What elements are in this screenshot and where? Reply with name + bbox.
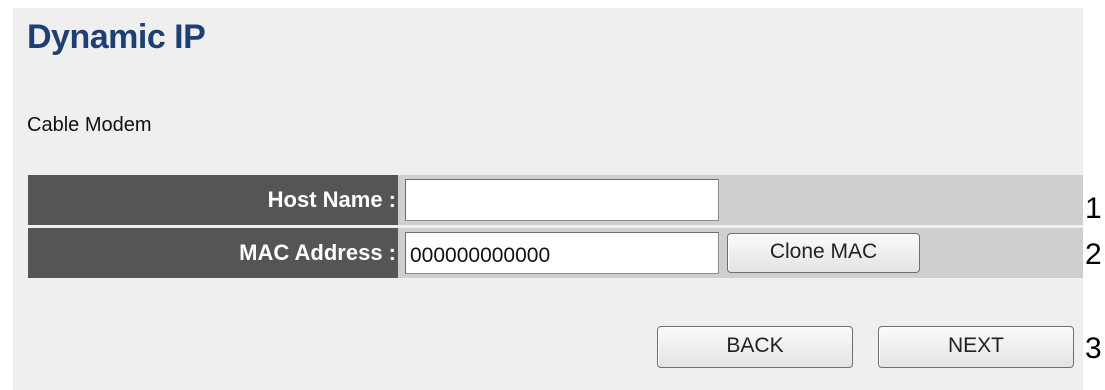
back-button[interactable]: BACK	[657, 326, 853, 368]
callout-number-3: 3	[1085, 332, 1102, 365]
mac-address-row: MAC Address : Clone MAC	[28, 228, 1083, 278]
next-button[interactable]: NEXT	[878, 326, 1074, 368]
host-name-input[interactable]	[405, 179, 719, 221]
host-name-field-cell	[401, 175, 1083, 225]
callout-number-2: 2	[1085, 238, 1102, 271]
host-name-label: Host Name :	[28, 175, 398, 225]
mac-address-label: MAC Address :	[28, 228, 398, 278]
mac-address-input[interactable]	[405, 232, 719, 274]
connection-type-subtitle: Cable Modem	[27, 114, 152, 136]
mac-address-field-cell: Clone MAC	[401, 228, 1083, 278]
host-name-row: Host Name :	[28, 175, 1083, 225]
clone-mac-button[interactable]: Clone MAC	[727, 233, 920, 273]
callout-number-1: 1	[1085, 192, 1102, 225]
page-title: Dynamic IP	[27, 18, 206, 56]
